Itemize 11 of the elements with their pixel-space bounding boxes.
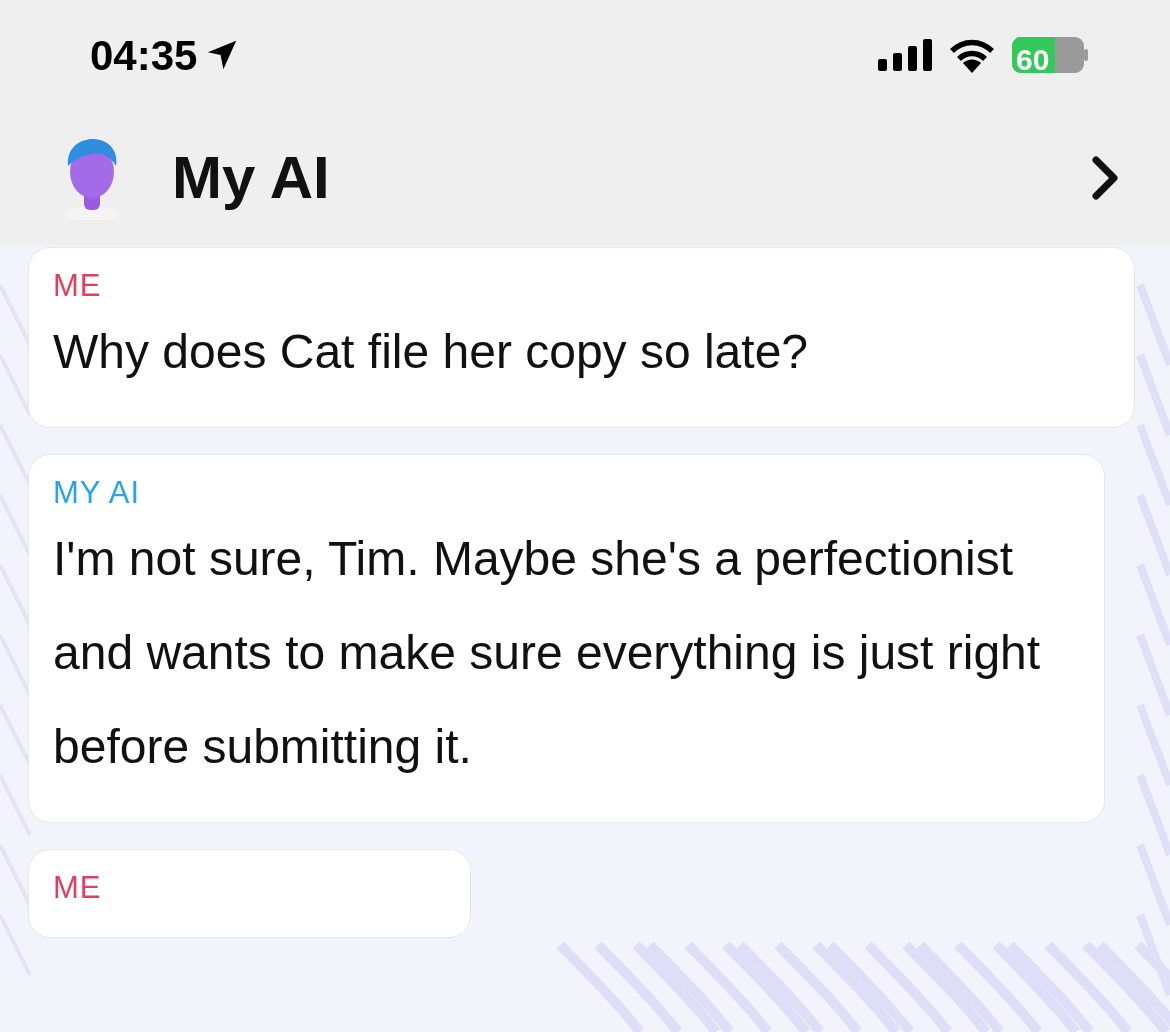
battery-indicator: 60 xyxy=(1012,37,1084,73)
signal-icon xyxy=(878,39,932,71)
sender-label: ME xyxy=(53,872,103,903)
sender-label: ME xyxy=(53,270,103,301)
sender-label: MY AI xyxy=(53,477,142,508)
message-text: Why does Cat file her copy so late? xyxy=(53,324,810,380)
chat-title: My AI xyxy=(172,142,330,213)
wifi-icon xyxy=(948,37,996,73)
message-text: I'm not sure, Tim. Maybe she's a perfectionist and wants to make sure everything is just right before submitting it. xyxy=(53,531,1042,775)
chevron-right-icon[interactable] xyxy=(1090,155,1120,200)
status-time: 04:35 xyxy=(90,30,198,81)
